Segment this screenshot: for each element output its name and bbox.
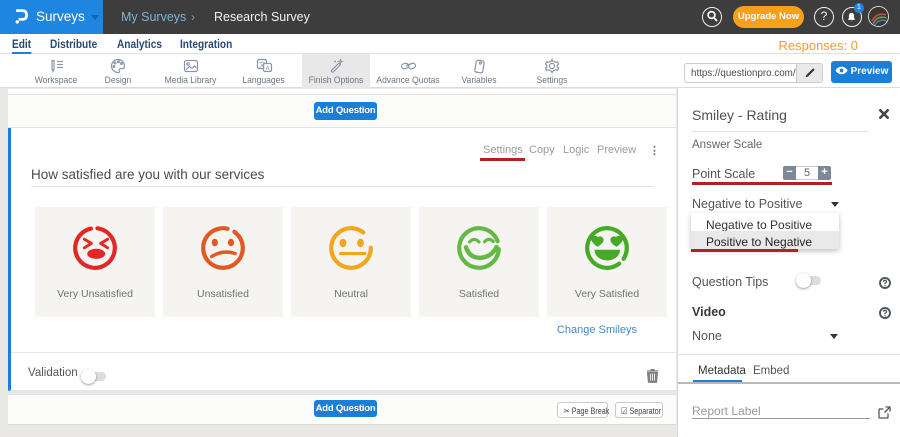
svg-text:A: A bbox=[265, 65, 270, 72]
